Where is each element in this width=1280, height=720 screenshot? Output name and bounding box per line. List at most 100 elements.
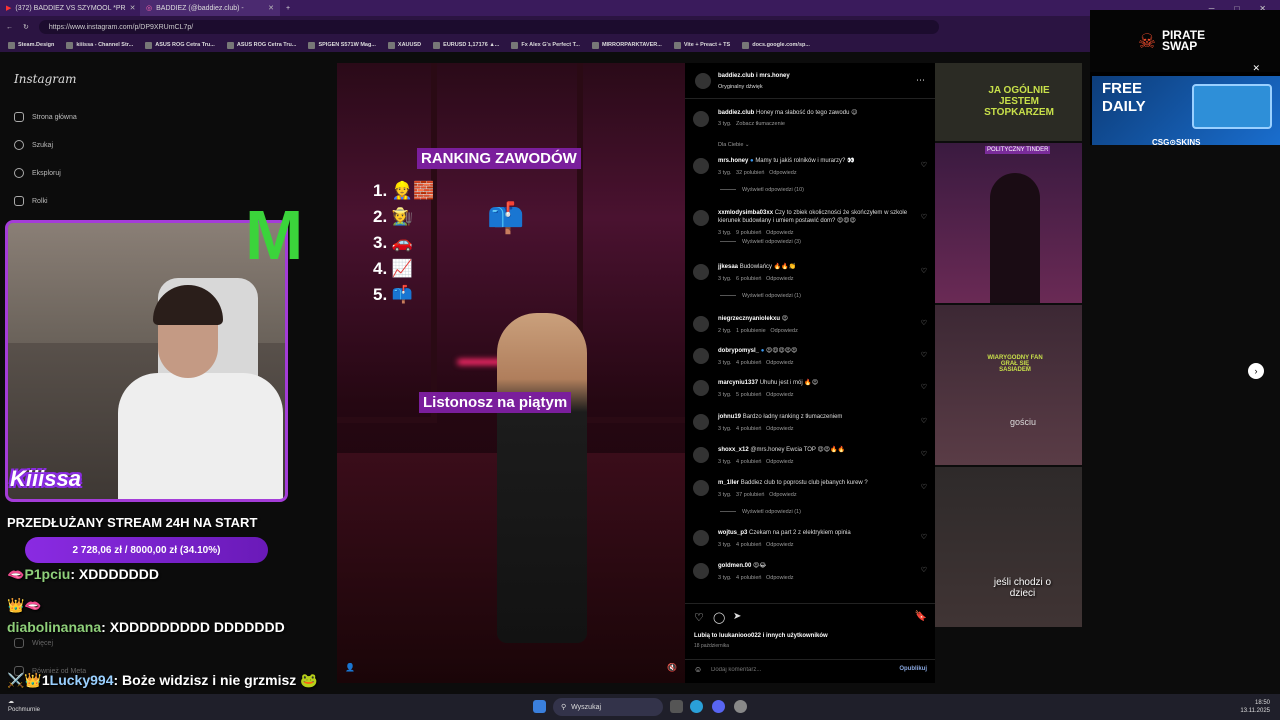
- bookmark-item[interactable]: ASUS ROG Cetra Tru...: [145, 41, 215, 49]
- grid-tile[interactable]: jeśli chodzi o dzieci: [935, 467, 1082, 627]
- reply-button[interactable]: Odpowiedz: [766, 230, 794, 236]
- comment-input[interactable]: [711, 663, 891, 677]
- heart-icon[interactable]: ♡: [921, 351, 927, 359]
- bookmark-item[interactable]: docs.google.com/sp...: [742, 41, 810, 49]
- comment-user[interactable]: johnu19: [718, 414, 741, 420]
- avatar[interactable]: [693, 530, 709, 546]
- more-options-icon[interactable]: ⋯: [916, 75, 925, 86]
- avatar[interactable]: [693, 158, 709, 174]
- avatar[interactable]: [693, 447, 709, 463]
- view-replies-button[interactable]: Wyświetl odpowiedzi (1): [720, 509, 801, 515]
- publish-button[interactable]: Opublikuj: [899, 666, 927, 672]
- avatar[interactable]: [693, 348, 709, 364]
- avatar[interactable]: [693, 380, 709, 396]
- comment-user[interactable]: marcyniu1337: [718, 380, 758, 386]
- new-tab-button[interactable]: +: [280, 5, 296, 12]
- comment-icon[interactable]: ◯: [713, 611, 725, 624]
- heart-icon[interactable]: ♡: [921, 566, 927, 574]
- nav-reels[interactable]: Rolki: [14, 196, 48, 206]
- bookmark-item[interactable]: kiiissa - Channel Str...: [66, 41, 133, 49]
- translate-link[interactable]: Zobacz tłumaczenie: [736, 121, 785, 127]
- comment-likes[interactable]: 4 polubień: [736, 542, 761, 548]
- browser-tab-instagram[interactable]: ◎ BADDIEZ (@baddiez.club) - ✕: [140, 0, 280, 16]
- share-icon[interactable]: ➤: [733, 611, 741, 622]
- post-audio[interactable]: Oryginalny dźwięk: [718, 84, 763, 90]
- comment-user[interactable]: niegrzecznyaniolekxu: [718, 316, 780, 322]
- nav-more[interactable]: Więcej: [14, 638, 53, 648]
- nav-search[interactable]: Szukaj: [14, 140, 53, 150]
- url-field[interactable]: https://www.instagram.com/p/DP9XRUmCL7p/: [38, 20, 939, 34]
- close-tab-icon[interactable]: ✕: [268, 4, 274, 12]
- comment-likes[interactable]: 4 polubień: [736, 360, 761, 366]
- comment-user[interactable]: xxmlodysimba03xx: [718, 210, 773, 216]
- emoji-icon[interactable]: ☺: [694, 665, 702, 674]
- heart-icon[interactable]: ♡: [921, 533, 927, 541]
- edge-icon[interactable]: [690, 700, 703, 713]
- heart-icon[interactable]: ♡: [921, 417, 927, 425]
- clock[interactable]: 18:50 13.11.2025: [1240, 699, 1270, 715]
- comment-sort-dropdown[interactable]: Dla Ciebie ⌄: [718, 142, 750, 148]
- bookmark-item[interactable]: SPIGEN S571W Mag...: [308, 41, 376, 49]
- comment-user[interactable]: shoxx_x12: [718, 447, 749, 453]
- user-tag-icon[interactable]: 👤: [345, 663, 355, 672]
- bookmark-item[interactable]: XAUUSD: [387, 41, 421, 49]
- reply-button[interactable]: Odpowiedz: [766, 392, 794, 398]
- reload-icon[interactable]: ↻: [23, 23, 29, 31]
- nav-home[interactable]: Strona główna: [14, 112, 77, 122]
- reel-video[interactable]: RANKING ZAWODÓW 1. 👷🧱 2. 🧑‍🌾 3. 🚗 4. 📈 5…: [337, 63, 685, 683]
- task-view-icon[interactable]: [670, 700, 683, 713]
- comment-user[interactable]: baddiez.club: [718, 110, 754, 116]
- avatar[interactable]: [693, 480, 709, 496]
- grid-tile[interactable]: JA OGÓLNIE JESTEM STOPKARZEM: [935, 63, 1082, 141]
- reply-button[interactable]: Odpowiedz: [766, 276, 794, 282]
- browser-tab-youtube[interactable]: ▶ (372) BADDIEZ VS SZYMOOL *PR ✕: [0, 0, 140, 16]
- comment-user[interactable]: m_1ller: [718, 480, 739, 486]
- comment-likes[interactable]: 1 polubienie: [736, 328, 766, 334]
- comment-user[interactable]: wojtus_p3: [718, 530, 747, 536]
- start-icon[interactable]: [533, 700, 546, 713]
- heart-icon[interactable]: ♡: [694, 611, 704, 624]
- reply-button[interactable]: Odpowiedz: [766, 360, 794, 366]
- avatar[interactable]: [693, 111, 709, 127]
- post-author[interactable]: baddiez.club i mrs.honey: [718, 73, 790, 79]
- comment-user[interactable]: mrs.honey: [718, 158, 748, 164]
- heart-icon[interactable]: ♡: [921, 483, 927, 491]
- close-tab-icon[interactable]: ✕: [130, 4, 136, 12]
- chrome-icon[interactable]: [734, 700, 747, 713]
- reply-button[interactable]: Odpowiedz: [766, 575, 794, 581]
- heart-icon[interactable]: ♡: [921, 161, 927, 169]
- weather-widget[interactable]: ☁ Pochmurnie: [8, 698, 40, 714]
- view-replies-button[interactable]: Wyświetl odpowiedzi (3): [720, 239, 801, 245]
- save-icon[interactable]: 🔖: [915, 611, 927, 622]
- comment-likes[interactable]: 4 polubień: [736, 426, 761, 432]
- bookmark-item[interactable]: ASUS ROG Cetra Tru...: [226, 41, 296, 49]
- comment-likes[interactable]: 5 polubień: [736, 392, 761, 398]
- comment-user[interactable]: dobrypomysl_: [718, 348, 759, 354]
- heart-icon[interactable]: ♡: [921, 383, 927, 391]
- avatar[interactable]: [693, 414, 709, 430]
- comment-user[interactable]: goldmen.00: [718, 563, 751, 569]
- ad-banner[interactable]: ☠ PIRATE SWAP FREE DAILY CSG⊙SKINS ✕: [1090, 10, 1280, 152]
- heart-icon[interactable]: ♡: [921, 450, 927, 458]
- instagram-logo[interactable]: Instagram: [14, 72, 77, 86]
- nav-explore[interactable]: Eksploruj: [14, 168, 61, 178]
- reply-button[interactable]: Odpowiedz: [769, 492, 797, 498]
- bookmark-item[interactable]: Vite + Preact + TS: [673, 41, 730, 49]
- heart-icon[interactable]: ♡: [921, 213, 927, 221]
- comment-likes[interactable]: 4 polubień: [736, 459, 761, 465]
- discord-icon[interactable]: [712, 700, 725, 713]
- grid-tile[interactable]: WIARYGODNY FAN GRAŁ SIĘ SASIADEM gościu: [935, 305, 1082, 465]
- close-ad-icon[interactable]: ✕: [1252, 63, 1260, 74]
- mute-icon[interactable]: 🔇: [667, 663, 677, 672]
- next-post-icon[interactable]: ›: [1248, 363, 1264, 379]
- bookmark-item[interactable]: Steam.Design: [8, 41, 54, 49]
- reply-button[interactable]: Odpowiedz: [766, 459, 794, 465]
- comment-likes[interactable]: 9 polubień: [736, 230, 761, 236]
- comment-likes[interactable]: 6 polubień: [736, 276, 761, 282]
- avatar[interactable]: [693, 210, 709, 226]
- comment-likes[interactable]: 37 polubień: [736, 492, 764, 498]
- heart-icon[interactable]: ♡: [921, 319, 927, 327]
- avatar[interactable]: [693, 264, 709, 280]
- comment-user[interactable]: jjkesaa: [718, 264, 738, 270]
- comment-likes[interactable]: 32 polubień: [736, 170, 764, 176]
